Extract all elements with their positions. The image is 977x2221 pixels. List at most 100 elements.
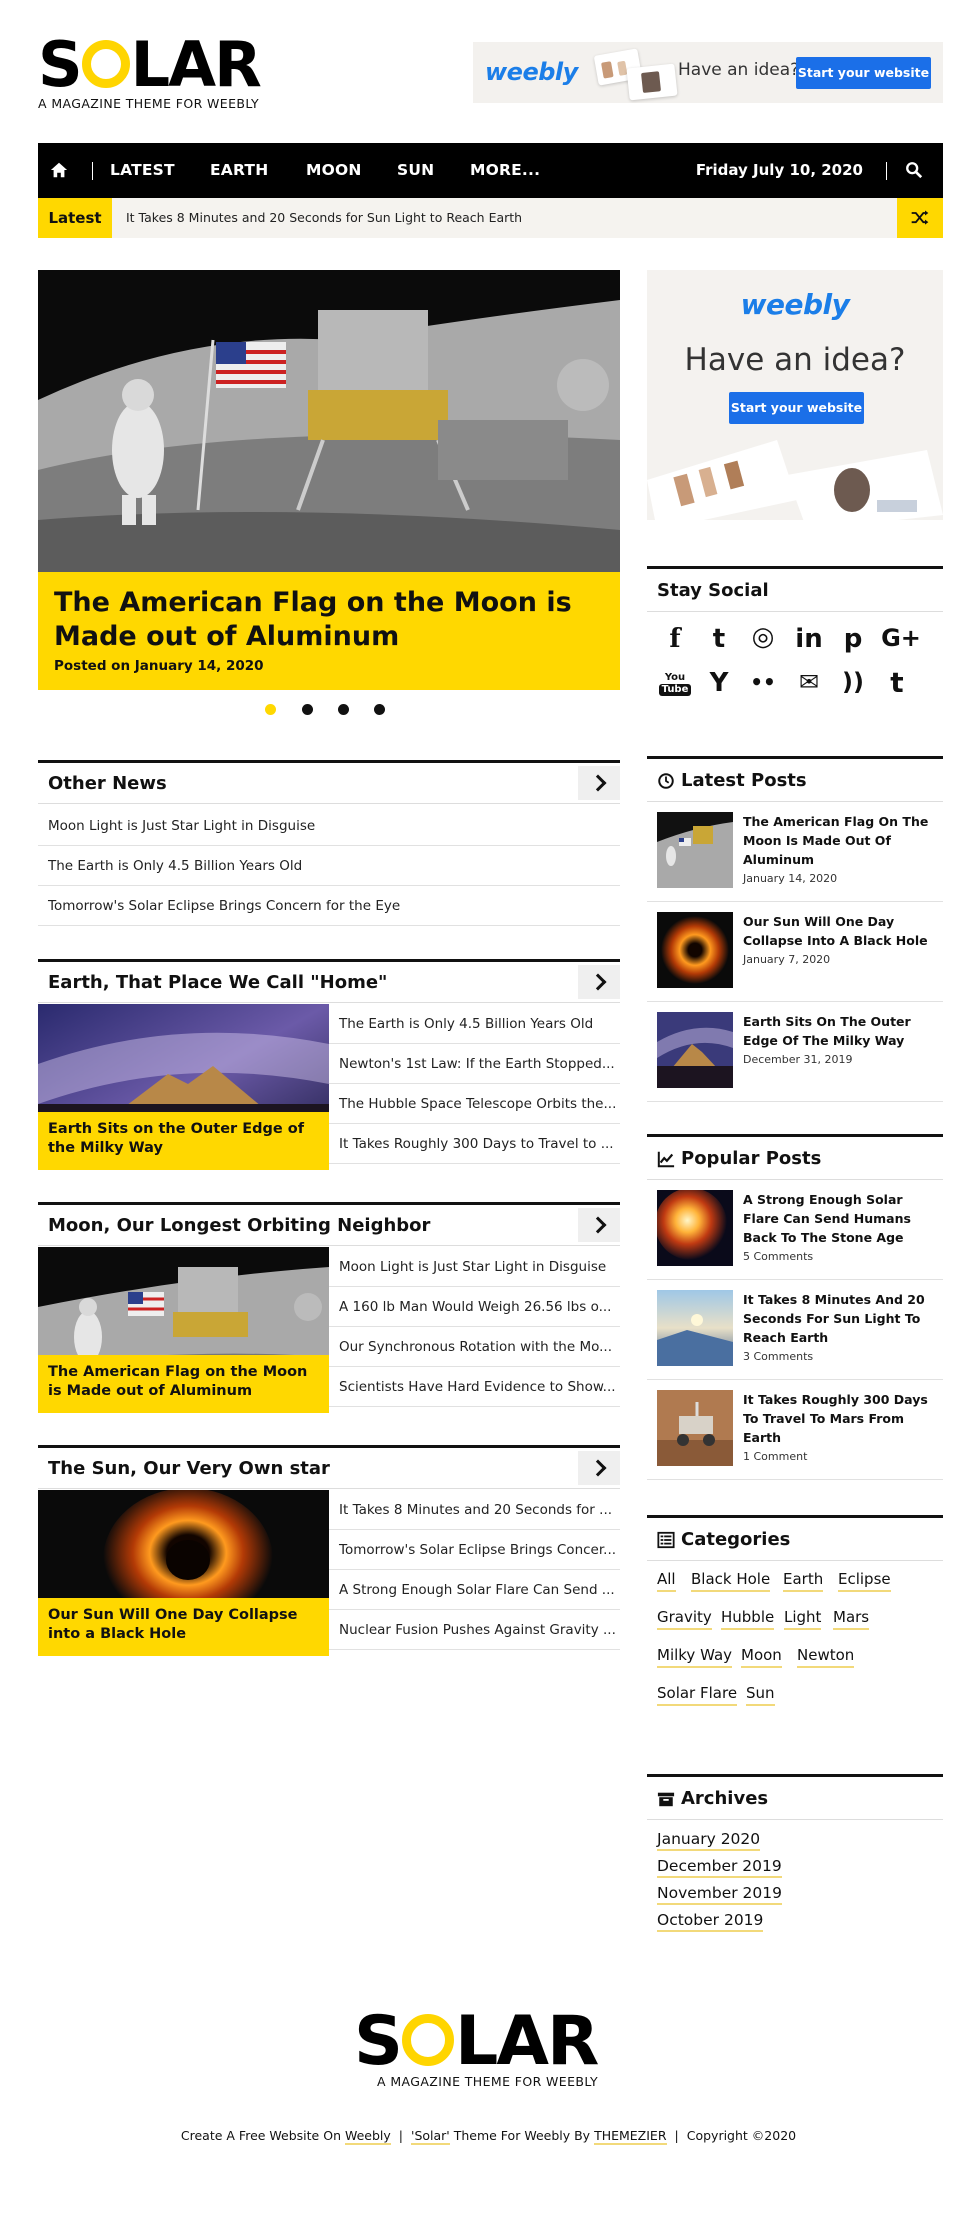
- latest-post-item[interactable]: Our Sun Will One Day Collapse Into A Bla…: [647, 902, 943, 1002]
- chevron-right-icon[interactable]: [578, 766, 620, 800]
- list-item[interactable]: Nuclear Fusion Pushes Against Gravity ..…: [329, 1610, 620, 1650]
- list-item[interactable]: The Earth is Only 4.5 Billion Years Old: [38, 846, 620, 886]
- list-item[interactable]: A Strong Enough Solar Flare Can Send ...: [329, 1570, 620, 1610]
- feature-title[interactable]: Earth Sits on the Outer Edge of the Milk…: [38, 1112, 329, 1170]
- slider-dot[interactable]: [374, 704, 385, 715]
- list-item[interactable]: Scientists Have Hard Evidence to Show...: [329, 1367, 620, 1407]
- hero-caption: The American Flag on the Moon is Made ou…: [38, 572, 620, 690]
- category-tag[interactable]: Solar Flare: [657, 1684, 738, 1706]
- archive-link[interactable]: November 2019: [657, 1884, 783, 1905]
- start-website-button[interactable]: Start your website: [729, 392, 864, 424]
- ticker-headline[interactable]: It Takes 8 Minutes and 20 Seconds for Su…: [126, 198, 522, 238]
- logo-sun-ring: [81, 40, 130, 88]
- hacker-news-icon[interactable]: Y: [697, 668, 741, 706]
- popular-post-item[interactable]: A Strong Enough Solar Flare Can Send Hum…: [647, 1180, 943, 1280]
- instagram-icon[interactable]: ◎: [741, 622, 785, 660]
- moon-list: Moon Light is Just Star Light in Disguis…: [329, 1247, 620, 1407]
- email-icon[interactable]: ✉: [787, 668, 831, 706]
- list-item[interactable]: Our Synchronous Rotation with the Mo...: [329, 1327, 620, 1367]
- post-title[interactable]: Earth Sits On The Outer Edge Of The Milk…: [743, 1012, 938, 1050]
- widget-title: Categories: [681, 1529, 791, 1550]
- category-tag[interactable]: Black Hole: [691, 1570, 771, 1592]
- list-item[interactable]: A 160 lb Man Would Weigh 26.56 lbs o...: [329, 1287, 620, 1327]
- archive-link[interactable]: October 2019: [657, 1911, 764, 1932]
- list-item[interactable]: Tomorrow's Solar Eclipse Brings Concer..…: [329, 1530, 620, 1570]
- hero-slider[interactable]: The American Flag on the Moon is Made ou…: [38, 270, 620, 690]
- category-tag[interactable]: Gravity: [657, 1608, 712, 1630]
- list-item[interactable]: Tomorrow's Solar Eclipse Brings Concern …: [38, 886, 620, 926]
- shuffle-button[interactable]: [897, 198, 943, 238]
- list-item[interactable]: The Earth is Only 4.5 Billion Years Old: [329, 1004, 620, 1044]
- weebly-logo: weebly: [740, 288, 850, 321]
- themezier-link[interactable]: THEMEZIER: [594, 2128, 667, 2145]
- category-tag[interactable]: Moon: [741, 1646, 782, 1668]
- feature-title[interactable]: Our Sun Will One Day Collapse into a Bla…: [38, 1598, 329, 1656]
- slider-dot[interactable]: [265, 704, 276, 715]
- tumblr-icon[interactable]: t: [875, 666, 919, 704]
- chevron-right-icon[interactable]: [578, 1451, 620, 1485]
- rss-icon[interactable]: )): [831, 668, 875, 706]
- post-title[interactable]: The American Flag On The Moon Is Made Ou…: [743, 812, 938, 869]
- linkedin-icon[interactable]: in: [787, 624, 831, 662]
- post-title[interactable]: Our Sun Will One Day Collapse Into A Bla…: [743, 912, 938, 950]
- archive-link[interactable]: December 2019: [657, 1857, 782, 1878]
- list-item[interactable]: Moon Light is Just Star Light in Disguis…: [329, 1247, 620, 1287]
- latest-post-item[interactable]: Earth Sits On The Outer Edge Of The Milk…: [647, 1002, 943, 1102]
- start-website-button[interactable]: Start your website: [796, 57, 931, 89]
- sun-feature-card[interactable]: Our Sun Will One Day Collapse into a Bla…: [38, 1490, 329, 1656]
- post-title[interactable]: It Takes 8 Minutes And 20 Seconds For Su…: [743, 1290, 938, 1347]
- nav-item-sun[interactable]: SUN: [397, 143, 434, 198]
- category-tag[interactable]: Mars: [833, 1608, 870, 1630]
- ticker-label: Latest: [38, 198, 112, 238]
- category-tag[interactable]: Sun: [746, 1684, 775, 1706]
- pinterest-icon[interactable]: p: [831, 624, 875, 662]
- hero-title[interactable]: The American Flag on the Moon is Made ou…: [54, 586, 604, 654]
- home-icon[interactable]: [50, 161, 68, 179]
- category-tag[interactable]: All: [657, 1570, 676, 1592]
- latest-post-item[interactable]: The American Flag On The Moon Is Made Ou…: [647, 802, 943, 902]
- theme-link[interactable]: 'Solar': [411, 2128, 450, 2145]
- popular-post-item[interactable]: It Takes Roughly 300 Days To Travel To M…: [647, 1380, 943, 1480]
- sidebar-ad[interactable]: weebly Have an idea? Start your website: [647, 270, 943, 520]
- earth-feature-card[interactable]: Earth Sits on the Outer Edge of the Milk…: [38, 1004, 329, 1170]
- category-tag[interactable]: Eclipse: [838, 1570, 891, 1592]
- site-logo[interactable]: S LAR A MAGAZINE THEME FOR WEEBLY: [38, 34, 298, 114]
- weebly-link[interactable]: Weebly: [344, 2128, 391, 2145]
- slider-dot[interactable]: [338, 704, 349, 715]
- post-title[interactable]: It Takes Roughly 300 Days To Travel To M…: [743, 1390, 938, 1447]
- chevron-right-icon[interactable]: [578, 1208, 620, 1242]
- feature-title[interactable]: The American Flag on the Moon is Made ou…: [38, 1355, 329, 1413]
- category-tag[interactable]: Milky Way: [657, 1646, 733, 1668]
- logo-wordmark: S LAR: [354, 2008, 599, 2076]
- chevron-right-icon[interactable]: [578, 965, 620, 999]
- list-item[interactable]: Moon Light is Just Star Light in Disguis…: [38, 806, 620, 846]
- nav-item-moon[interactable]: MOON: [306, 143, 362, 198]
- moon-feature-card[interactable]: The American Flag on the Moon is Made ou…: [38, 1247, 329, 1413]
- search-icon[interactable]: [905, 161, 923, 179]
- category-tag[interactable]: Earth: [783, 1570, 824, 1592]
- facebook-icon[interactable]: f: [653, 624, 697, 662]
- list-item[interactable]: The Hubble Space Telescope Orbits the...: [329, 1084, 620, 1124]
- google-plus-icon[interactable]: G+: [879, 624, 923, 662]
- nav-item-latest[interactable]: LATEST: [110, 143, 175, 198]
- twitter-icon[interactable]: t: [697, 624, 741, 662]
- sun-section: Our Sun Will One Day Collapse into a Bla…: [38, 1490, 620, 1656]
- flickr-icon[interactable]: ••: [741, 670, 785, 708]
- archive-link[interactable]: January 2020: [657, 1830, 761, 1851]
- slider-dot[interactable]: [302, 704, 313, 715]
- nav-item-earth[interactable]: EARTH: [210, 143, 268, 198]
- post-title[interactable]: A Strong Enough Solar Flare Can Send Hum…: [743, 1190, 938, 1247]
- category-tag[interactable]: Hubble: [721, 1608, 775, 1630]
- section-title: Earth, That Place We Call "Home": [48, 972, 388, 993]
- popular-post-item[interactable]: It Takes 8 Minutes And 20 Seconds For Su…: [647, 1280, 943, 1380]
- list-item[interactable]: It Takes Roughly 300 Days to Travel to .…: [329, 1124, 620, 1164]
- category-tag[interactable]: Newton: [797, 1646, 855, 1668]
- header-ad-banner[interactable]: weebly Have an idea? Start your website: [473, 42, 943, 103]
- nav-divider: [92, 162, 93, 180]
- footer-logo[interactable]: S LAR A MAGAZINE THEME FOR WEEBLY: [354, 2008, 624, 2098]
- nav-item-more[interactable]: MORE...: [470, 143, 540, 198]
- list-item[interactable]: Newton's 1st Law: If the Earth Stopped..…: [329, 1044, 620, 1084]
- list-item[interactable]: It Takes 8 Minutes and 20 Seconds for ..…: [329, 1490, 620, 1530]
- youtube-icon[interactable]: You Tube: [653, 672, 697, 710]
- category-tag[interactable]: Light: [784, 1608, 822, 1630]
